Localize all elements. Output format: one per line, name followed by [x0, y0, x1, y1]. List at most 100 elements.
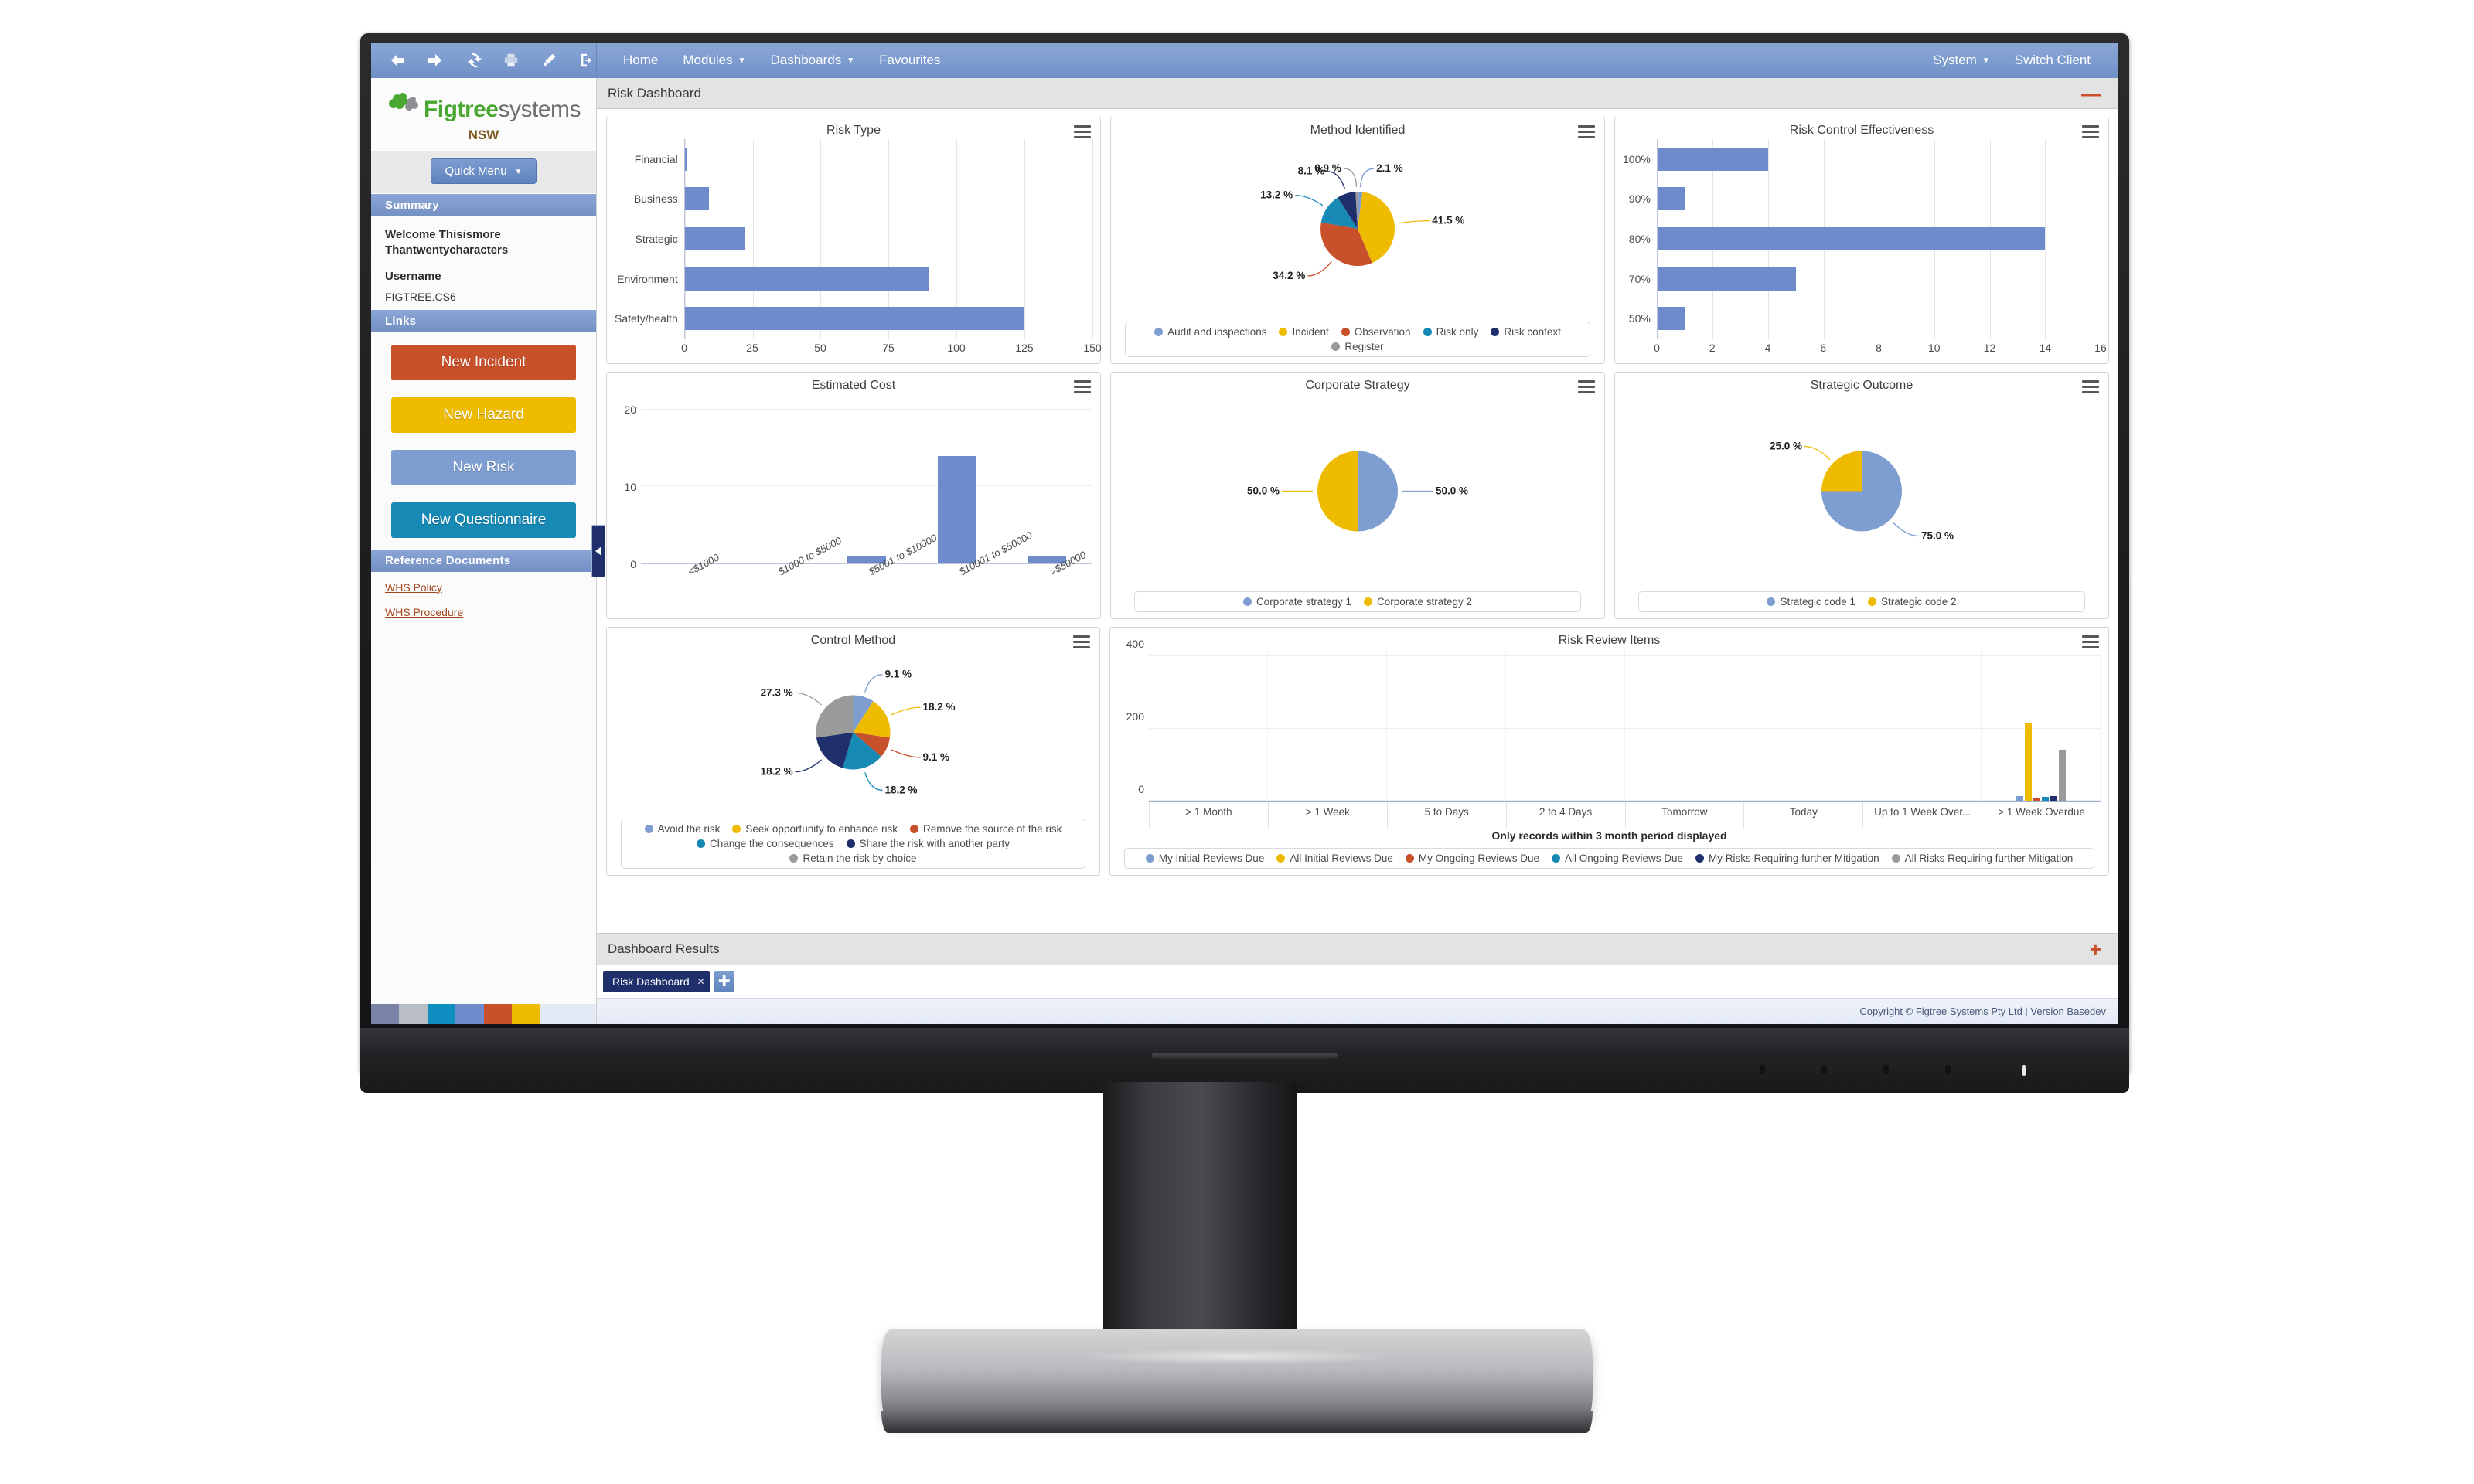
menu-item-home[interactable]: Home: [611, 49, 670, 71]
refresh-icon[interactable]: [464, 50, 483, 70]
legend-item[interactable]: Audit and inspections: [1154, 326, 1266, 338]
legend-item[interactable]: Risk only: [1423, 326, 1479, 338]
sidebar-collapse-handle[interactable]: [591, 525, 605, 577]
quick-menu-button[interactable]: Quick Menu ▼: [431, 158, 537, 184]
axis-tick: 75: [882, 342, 895, 354]
close-icon[interactable]: ✕: [697, 976, 705, 987]
whs-policy-link[interactable]: WHS Policy: [385, 581, 582, 594]
panel-menu-icon[interactable]: [1074, 125, 1091, 138]
legend-item[interactable]: My Risks Requiring further Mitigation: [1695, 853, 1879, 864]
axis-tick: 0: [1138, 783, 1144, 795]
legend-item[interactable]: Corporate strategy 2: [1364, 596, 1472, 608]
legend-item[interactable]: All Ongoing Reviews Due: [1552, 853, 1683, 864]
legend-item[interactable]: My Ongoing Reviews Due: [1406, 853, 1539, 864]
chart-risk-type: Financial Business Strategic Environment Saf…: [615, 139, 1092, 359]
forward-icon[interactable]: [426, 50, 445, 70]
chart-corporate-strategy: 50.0 % 50.0 %: [1119, 394, 1597, 588]
panel-menu-icon[interactable]: [2082, 380, 2099, 393]
whs-procedure-link[interactable]: WHS Procedure: [385, 606, 582, 618]
legend-item[interactable]: Remove the source of the risk: [910, 823, 1062, 835]
color-swatch-3: [455, 1004, 483, 1024]
category-label: 80%: [1629, 233, 1651, 245]
bar: [2025, 723, 2032, 801]
legend-item-label: My Risks Requiring further Mitigation: [1709, 853, 1879, 864]
print-icon[interactable]: [501, 50, 520, 70]
legend-color-dot: [732, 825, 741, 833]
legend-corporate-strategy: Corporate strategy 1 Corporate strategy …: [1134, 591, 1581, 612]
bar: [685, 307, 1024, 330]
legend-item[interactable]: Observation: [1341, 326, 1411, 338]
new-questionnaire-button[interactable]: New Questionnaire: [391, 502, 576, 538]
panel-strategic-outcome-title: Strategic Outcome: [1623, 379, 2101, 393]
panel-menu-icon[interactable]: [1073, 635, 1090, 648]
panel-menu-icon[interactable]: [1074, 380, 1091, 393]
bar-group: [1268, 649, 1387, 801]
pie-leader-line: [1295, 196, 1323, 206]
new-risk-button[interactable]: New Risk: [391, 450, 576, 485]
monitor-stand-neck: [1103, 1082, 1297, 1337]
monitor-button[interactable]: [1945, 1065, 1951, 1074]
back-icon[interactable]: [388, 50, 407, 70]
legend-item[interactable]: Strategic code 1: [1767, 596, 1855, 608]
quick-menu-row: Quick Menu ▼: [371, 151, 596, 193]
category-label: Up to 1 Week Over...: [1862, 802, 1982, 828]
dashboard-results-add-button[interactable]: +: [2090, 943, 2101, 955]
legend-item[interactable]: Avoid the risk: [645, 823, 721, 835]
color-swatch-5: [512, 1004, 540, 1024]
bar: [2016, 796, 2023, 801]
add-tab-button[interactable]: ✚: [714, 971, 734, 992]
legend-item[interactable]: My Initial Reviews Due: [1146, 853, 1265, 864]
chevron-down-icon: ▼: [1982, 57, 1990, 65]
new-incident-button[interactable]: New Incident: [391, 345, 576, 380]
pie-value-label: 50.0 %: [1247, 485, 1280, 497]
monitor-button[interactable]: [1821, 1065, 1827, 1074]
theme-brush-icon[interactable]: [539, 50, 558, 70]
legend-item[interactable]: Change the consequences: [697, 838, 834, 849]
tab-risk-dashboard[interactable]: Risk Dashboard ✕: [603, 971, 710, 992]
legend-item[interactable]: Retain the risk by choice: [789, 853, 916, 864]
pie-svg: 75.0 %25.0 %: [1623, 394, 2101, 588]
legend-item[interactable]: Risk context: [1491, 326, 1561, 338]
legend-item[interactable]: Strategic code 2: [1868, 596, 1957, 608]
application-top-bar: Home Modules ▼ Dashboards ▼ Favourites S…: [371, 43, 2118, 78]
legend-item[interactable]: Incident: [1279, 326, 1328, 338]
legend-item[interactable]: Register: [1331, 341, 1383, 352]
menu-item-dashboards[interactable]: Dashboards ▼: [758, 49, 867, 71]
legend-item-label: Risk context: [1504, 326, 1561, 338]
panel-menu-icon[interactable]: [1578, 380, 1595, 393]
menu-item-modules-label: Modules: [683, 53, 732, 68]
sidebar-section-summary-header: Summary: [371, 193, 596, 216]
pie-svg: 50.0 %50.0 %: [1119, 394, 1597, 588]
bar: [2050, 796, 2057, 801]
logout-icon[interactable]: [577, 50, 596, 70]
monitor-button[interactable]: [1883, 1065, 1889, 1074]
panel-menu-icon[interactable]: [2082, 125, 2099, 138]
figtree-leaf-icon: [387, 92, 422, 120]
menu-item-system[interactable]: System ▼: [1920, 49, 2002, 71]
menu-item-switch-client[interactable]: Switch Client: [2002, 49, 2103, 71]
panel-collapse-button[interactable]: —: [2081, 89, 2101, 98]
new-hazard-button[interactable]: New Hazard: [391, 397, 576, 433]
chart-estimated-cost: 0 10 20 <$1000 $1000 to $5000 $5001 to $1000…: [615, 394, 1092, 614]
menu-item-modules[interactable]: Modules ▼: [670, 49, 758, 71]
panel-menu-icon[interactable]: [1578, 125, 1595, 138]
legend-color-dot: [1154, 328, 1163, 336]
legend-item[interactable]: Share the risk with another party: [847, 838, 1010, 849]
legend-item[interactable]: All Initial Reviews Due: [1276, 853, 1393, 864]
bar-row: [685, 227, 1092, 250]
legend-item[interactable]: All Risks Requiring further Mitigation: [1892, 853, 2074, 864]
monitor-button[interactable]: [1760, 1065, 1765, 1074]
legend-item[interactable]: Seek opportunity to enhance risk: [732, 823, 898, 835]
axis-tick: 0: [1654, 342, 1660, 354]
bar-row: [1658, 148, 2101, 171]
bar-cell: [641, 394, 731, 563]
pie-value-label: 18.2 %: [923, 701, 956, 713]
monitor-power-button[interactable]: [2022, 1065, 2026, 1076]
legend-item-label: Incident: [1292, 326, 1328, 338]
legend-color-dot: [1695, 854, 1704, 863]
figtree-application: Home Modules ▼ Dashboards ▼ Favourites S…: [371, 43, 2118, 1024]
legend-item[interactable]: Corporate strategy 1: [1243, 596, 1351, 608]
panel-menu-icon[interactable]: [2082, 635, 2099, 648]
axis-tick: 6: [1820, 342, 1826, 354]
menu-item-favourites[interactable]: Favourites: [867, 49, 952, 71]
